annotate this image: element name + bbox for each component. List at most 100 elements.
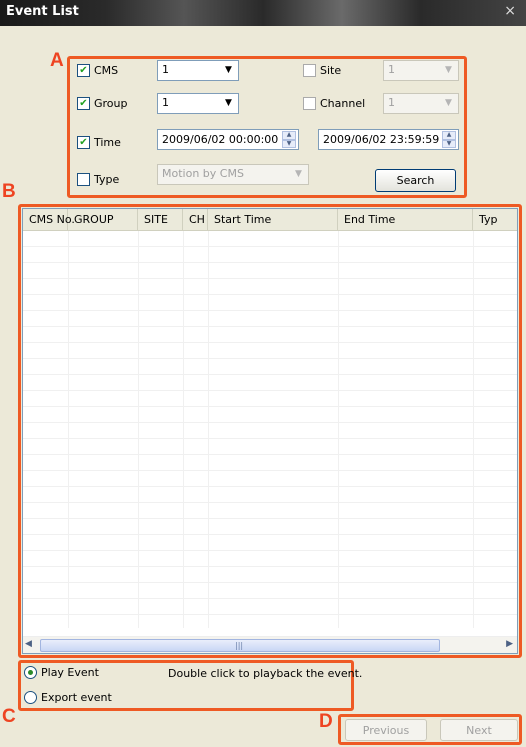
table-header: CMS No. GROUP SITE CH Start Time End Tim…	[23, 209, 517, 231]
table-row[interactable]	[23, 295, 517, 311]
chevron-down-icon: ▼	[225, 98, 232, 108]
table-row[interactable]	[23, 567, 517, 583]
cms-select-value: 1	[162, 63, 169, 76]
end-time-field[interactable]: 2009/06/02 23:59:59 ▲ ▼	[318, 129, 459, 150]
type-checkbox[interactable]: Type	[77, 173, 119, 186]
column-divider	[138, 231, 139, 628]
channel-select-value: 1	[388, 96, 395, 109]
table-row[interactable]	[23, 599, 517, 615]
table-row[interactable]	[23, 359, 517, 375]
table-row[interactable]	[23, 311, 517, 327]
close-icon[interactable]: ×	[504, 3, 516, 19]
spinner-icon[interactable]: ▲ ▼	[442, 131, 456, 148]
column-divider	[68, 231, 69, 628]
table-row[interactable]	[23, 487, 517, 503]
horizontal-scrollbar[interactable]: ◀ ||| ▶	[23, 636, 517, 653]
export-event-label: Export event	[41, 691, 112, 704]
table-row[interactable]	[23, 503, 517, 519]
play-event-radio[interactable]: Play Event	[24, 666, 99, 679]
channel-label: Channel	[320, 97, 366, 110]
group-checkbox[interactable]: ✔ Group	[77, 97, 128, 110]
event-table[interactable]: CMS No. GROUP SITE CH Start Time End Tim…	[22, 208, 518, 654]
type-select-value: Motion by CMS	[162, 167, 244, 180]
scroll-grip-icon: |||	[235, 641, 244, 650]
time-checkbox[interactable]: ✔ Time	[77, 136, 121, 149]
group-label: Group	[94, 97, 128, 110]
table-row[interactable]	[23, 247, 517, 263]
column-divider	[473, 231, 474, 628]
group-select[interactable]: 1 ▼	[157, 93, 239, 114]
channel-checkbox[interactable]: Channel	[303, 97, 365, 110]
site-check-icon	[303, 64, 316, 77]
window-title: Event List	[6, 4, 79, 19]
table-row[interactable]	[23, 423, 517, 439]
table-row[interactable]	[23, 343, 517, 359]
table-row[interactable]	[23, 551, 517, 567]
chevron-down-icon: ▼	[445, 98, 452, 108]
table-row[interactable]	[23, 455, 517, 471]
column-header[interactable]: SITE	[138, 209, 183, 231]
cms-check-icon: ✔	[77, 64, 90, 77]
column-header[interactable]: End Time	[338, 209, 473, 231]
table-row[interactable]	[23, 439, 517, 455]
scrollbar-thumb[interactable]: |||	[40, 639, 440, 652]
scroll-right-icon[interactable]: ▶	[506, 639, 513, 649]
annotation-label-d: D	[319, 711, 333, 732]
table-row[interactable]	[23, 535, 517, 551]
type-label: Type	[94, 173, 120, 186]
annotation-label-b: B	[2, 181, 16, 202]
type-check-icon	[77, 173, 90, 186]
spinner-icon[interactable]: ▲ ▼	[282, 131, 296, 148]
table-row[interactable]	[23, 375, 517, 391]
table-body	[23, 231, 517, 631]
column-divider	[338, 231, 339, 628]
column-header[interactable]: Typ	[473, 209, 517, 231]
chevron-down-icon: ▼	[225, 65, 232, 75]
next-button[interactable]: Next	[440, 719, 518, 741]
site-label: Site	[320, 64, 342, 77]
group-select-value: 1	[162, 96, 169, 109]
table-row[interactable]	[23, 407, 517, 423]
site-select[interactable]: 1 ▼	[383, 60, 459, 81]
cms-select[interactable]: 1 ▼	[157, 60, 239, 81]
column-header[interactable]: CMS No.	[23, 209, 75, 231]
table-row[interactable]	[23, 231, 517, 247]
time-label: Time	[94, 136, 121, 149]
end-time-value: 2009/06/02 23:59:59	[323, 133, 440, 146]
table-row[interactable]	[23, 263, 517, 279]
play-event-label: Play Event	[41, 666, 99, 679]
chevron-down-icon: ▼	[445, 65, 452, 75]
column-header[interactable]: CH	[183, 209, 208, 231]
radio-selected-icon	[24, 666, 37, 679]
chevron-down-icon: ▼	[295, 169, 302, 179]
channel-select[interactable]: 1 ▼	[383, 93, 459, 114]
table-row[interactable]	[23, 583, 517, 599]
start-time-value: 2009/06/02 00:00:00	[162, 133, 279, 146]
table-row[interactable]	[23, 279, 517, 295]
table-row[interactable]	[23, 391, 517, 407]
column-divider	[183, 231, 184, 628]
type-select[interactable]: Motion by CMS ▼	[157, 164, 309, 185]
title-bar: Event List ×	[0, 0, 526, 26]
channel-check-icon	[303, 97, 316, 110]
site-select-value: 1	[388, 63, 395, 76]
playback-hint: Double click to playback the event.	[168, 667, 363, 680]
annotation-label-c: C	[2, 706, 16, 727]
column-header[interactable]: GROUP	[68, 209, 138, 231]
export-event-radio[interactable]: Export event	[24, 691, 112, 704]
cms-label: CMS	[94, 64, 119, 77]
scroll-left-icon[interactable]: ◀	[25, 639, 32, 649]
table-row[interactable]	[23, 471, 517, 487]
start-time-field[interactable]: 2009/06/02 00:00:00 ▲ ▼	[157, 129, 299, 150]
table-row[interactable]	[23, 519, 517, 535]
cms-checkbox[interactable]: ✔ CMS	[77, 64, 118, 77]
event-list-window: A ✔ CMS 1 ▼ Site 1 ▼ ✔ Group 1 ▼ Channel…	[0, 26, 526, 747]
table-row[interactable]	[23, 327, 517, 343]
time-check-icon: ✔	[77, 136, 90, 149]
group-check-icon: ✔	[77, 97, 90, 110]
previous-button[interactable]: Previous	[345, 719, 427, 741]
search-button[interactable]: Search	[375, 169, 456, 192]
radio-unselected-icon	[24, 691, 37, 704]
site-checkbox[interactable]: Site	[303, 64, 341, 77]
column-header[interactable]: Start Time	[208, 209, 338, 231]
